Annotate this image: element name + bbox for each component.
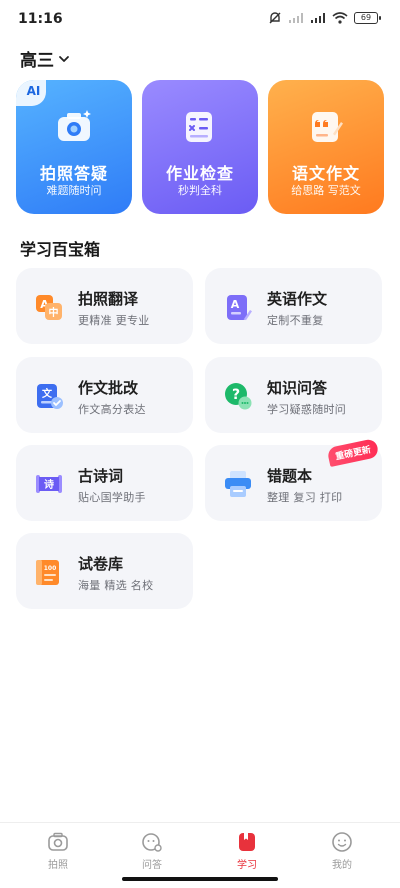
tool-title: 拍照翻译 [78, 290, 139, 308]
nav-label: 我的 [332, 860, 352, 871]
chevron-down-icon [59, 55, 69, 62]
tool-subtitle: 作文高分表达 [78, 403, 146, 416]
hero-card-homework-check[interactable]: 作业检查 秒判全科 [142, 80, 258, 214]
ai-badge: AI [16, 80, 46, 106]
nav-tab-study[interactable]: 学习 [217, 831, 277, 871]
printer-icon [225, 471, 251, 497]
status-time: 11:16 [18, 11, 63, 27]
svg-text:中: 中 [49, 306, 59, 319]
signal-icon [289, 13, 303, 23]
status-bar: 11:16 69 [0, 0, 400, 38]
tool-subtitle: 学习疑惑随时问 [267, 403, 347, 416]
nav-tab-qa[interactable]: 问答 [122, 831, 182, 871]
tool-wrong-question-book[interactable]: 错题本 整理 复习 打印 重磅更新 [205, 438, 382, 521]
english-essay-icon: A [227, 295, 252, 321]
nav-tab-profile[interactable]: 我的 [312, 831, 372, 871]
wifi-icon [332, 12, 348, 24]
svg-text:A: A [231, 298, 240, 311]
translate-icon: A 中 [36, 295, 62, 320]
tool-subtitle: 定制不重复 [267, 314, 324, 327]
chat-icon [142, 833, 162, 852]
tool-essay-correction[interactable]: 文 作文批改 作文高分表达 [16, 357, 193, 433]
nav-label: 拍照 [48, 860, 68, 871]
poetry-icon: 诗 [36, 475, 62, 493]
svg-text:诗: 诗 [44, 478, 54, 491]
tool-title: 作文批改 [78, 379, 139, 397]
hero-subtitle: 给思路 写范文 [291, 184, 361, 197]
home-indicator[interactable] [122, 877, 278, 881]
signal-icon [311, 13, 325, 23]
hero-title: 拍照答疑 [39, 164, 108, 183]
section-title: 学习百宝箱 [20, 240, 101, 259]
hero-title: 作业检查 [165, 164, 234, 183]
grade-label: 高三 [20, 51, 54, 71]
camera-icon [58, 110, 91, 141]
hero-card-photo-qa[interactable]: AI 拍照答疑 难题随时问 [16, 80, 132, 214]
svg-text:文: 文 [42, 387, 53, 400]
tool-english-essay[interactable]: A 英语作文 定制不重复 [205, 268, 382, 344]
tool-title: 错题本 [267, 467, 313, 485]
tool-subtitle: 贴心国学助手 [78, 491, 146, 504]
tool-title: 古诗词 [78, 467, 124, 485]
battery-icon: 69 [354, 12, 381, 24]
update-badge: 重磅更新 [326, 438, 380, 467]
tool-ancient-poetry[interactable]: 诗 古诗词 贴心国学助手 [16, 445, 193, 521]
nav-tab-photo[interactable]: 拍照 [28, 831, 88, 871]
hero-subtitle: 难题随时问 [46, 184, 102, 197]
tool-photo-translate[interactable]: A 中 拍照翻译 更精准 更专业 [16, 268, 193, 344]
svg-text:100: 100 [44, 565, 57, 572]
grade-selector[interactable]: 高三 [20, 46, 70, 71]
tool-subtitle: 海量 精选 名校 [78, 579, 154, 592]
tool-title: 英语作文 [267, 290, 328, 308]
hero-subtitle: 秒判全科 [178, 184, 222, 197]
composition-icon [312, 112, 343, 142]
mute-bell-icon [269, 12, 281, 24]
exam-paper-icon: 100 [36, 560, 59, 585]
tool-exam-paper-library[interactable]: 100 试卷库 海量 精选 名校 [16, 533, 193, 609]
hero-title: 语文作文 [291, 164, 360, 183]
svg-text:?: ? [232, 387, 240, 403]
status-icons: 69 [268, 11, 381, 25]
nav-label: 学习 [237, 860, 257, 871]
qa-icon: ? [225, 383, 252, 410]
tool-title: 试卷库 [78, 555, 124, 573]
tool-title: 知识问答 [267, 379, 328, 397]
tool-subtitle: 更精准 更专业 [78, 314, 150, 327]
nav-label: 问答 [142, 860, 162, 871]
tool-knowledge-qa[interactable]: ? 知识问答 学习疑惑随时问 [205, 357, 382, 433]
book-icon [239, 833, 255, 851]
camera-icon [48, 832, 68, 851]
essay-correction-icon: 文 [37, 384, 63, 409]
profile-icon [332, 832, 352, 852]
homework-check-icon [186, 112, 212, 142]
hero-card-composition[interactable]: 语文作文 给思路 写范文 [268, 80, 384, 214]
tool-subtitle: 整理 复习 打印 [267, 491, 343, 504]
